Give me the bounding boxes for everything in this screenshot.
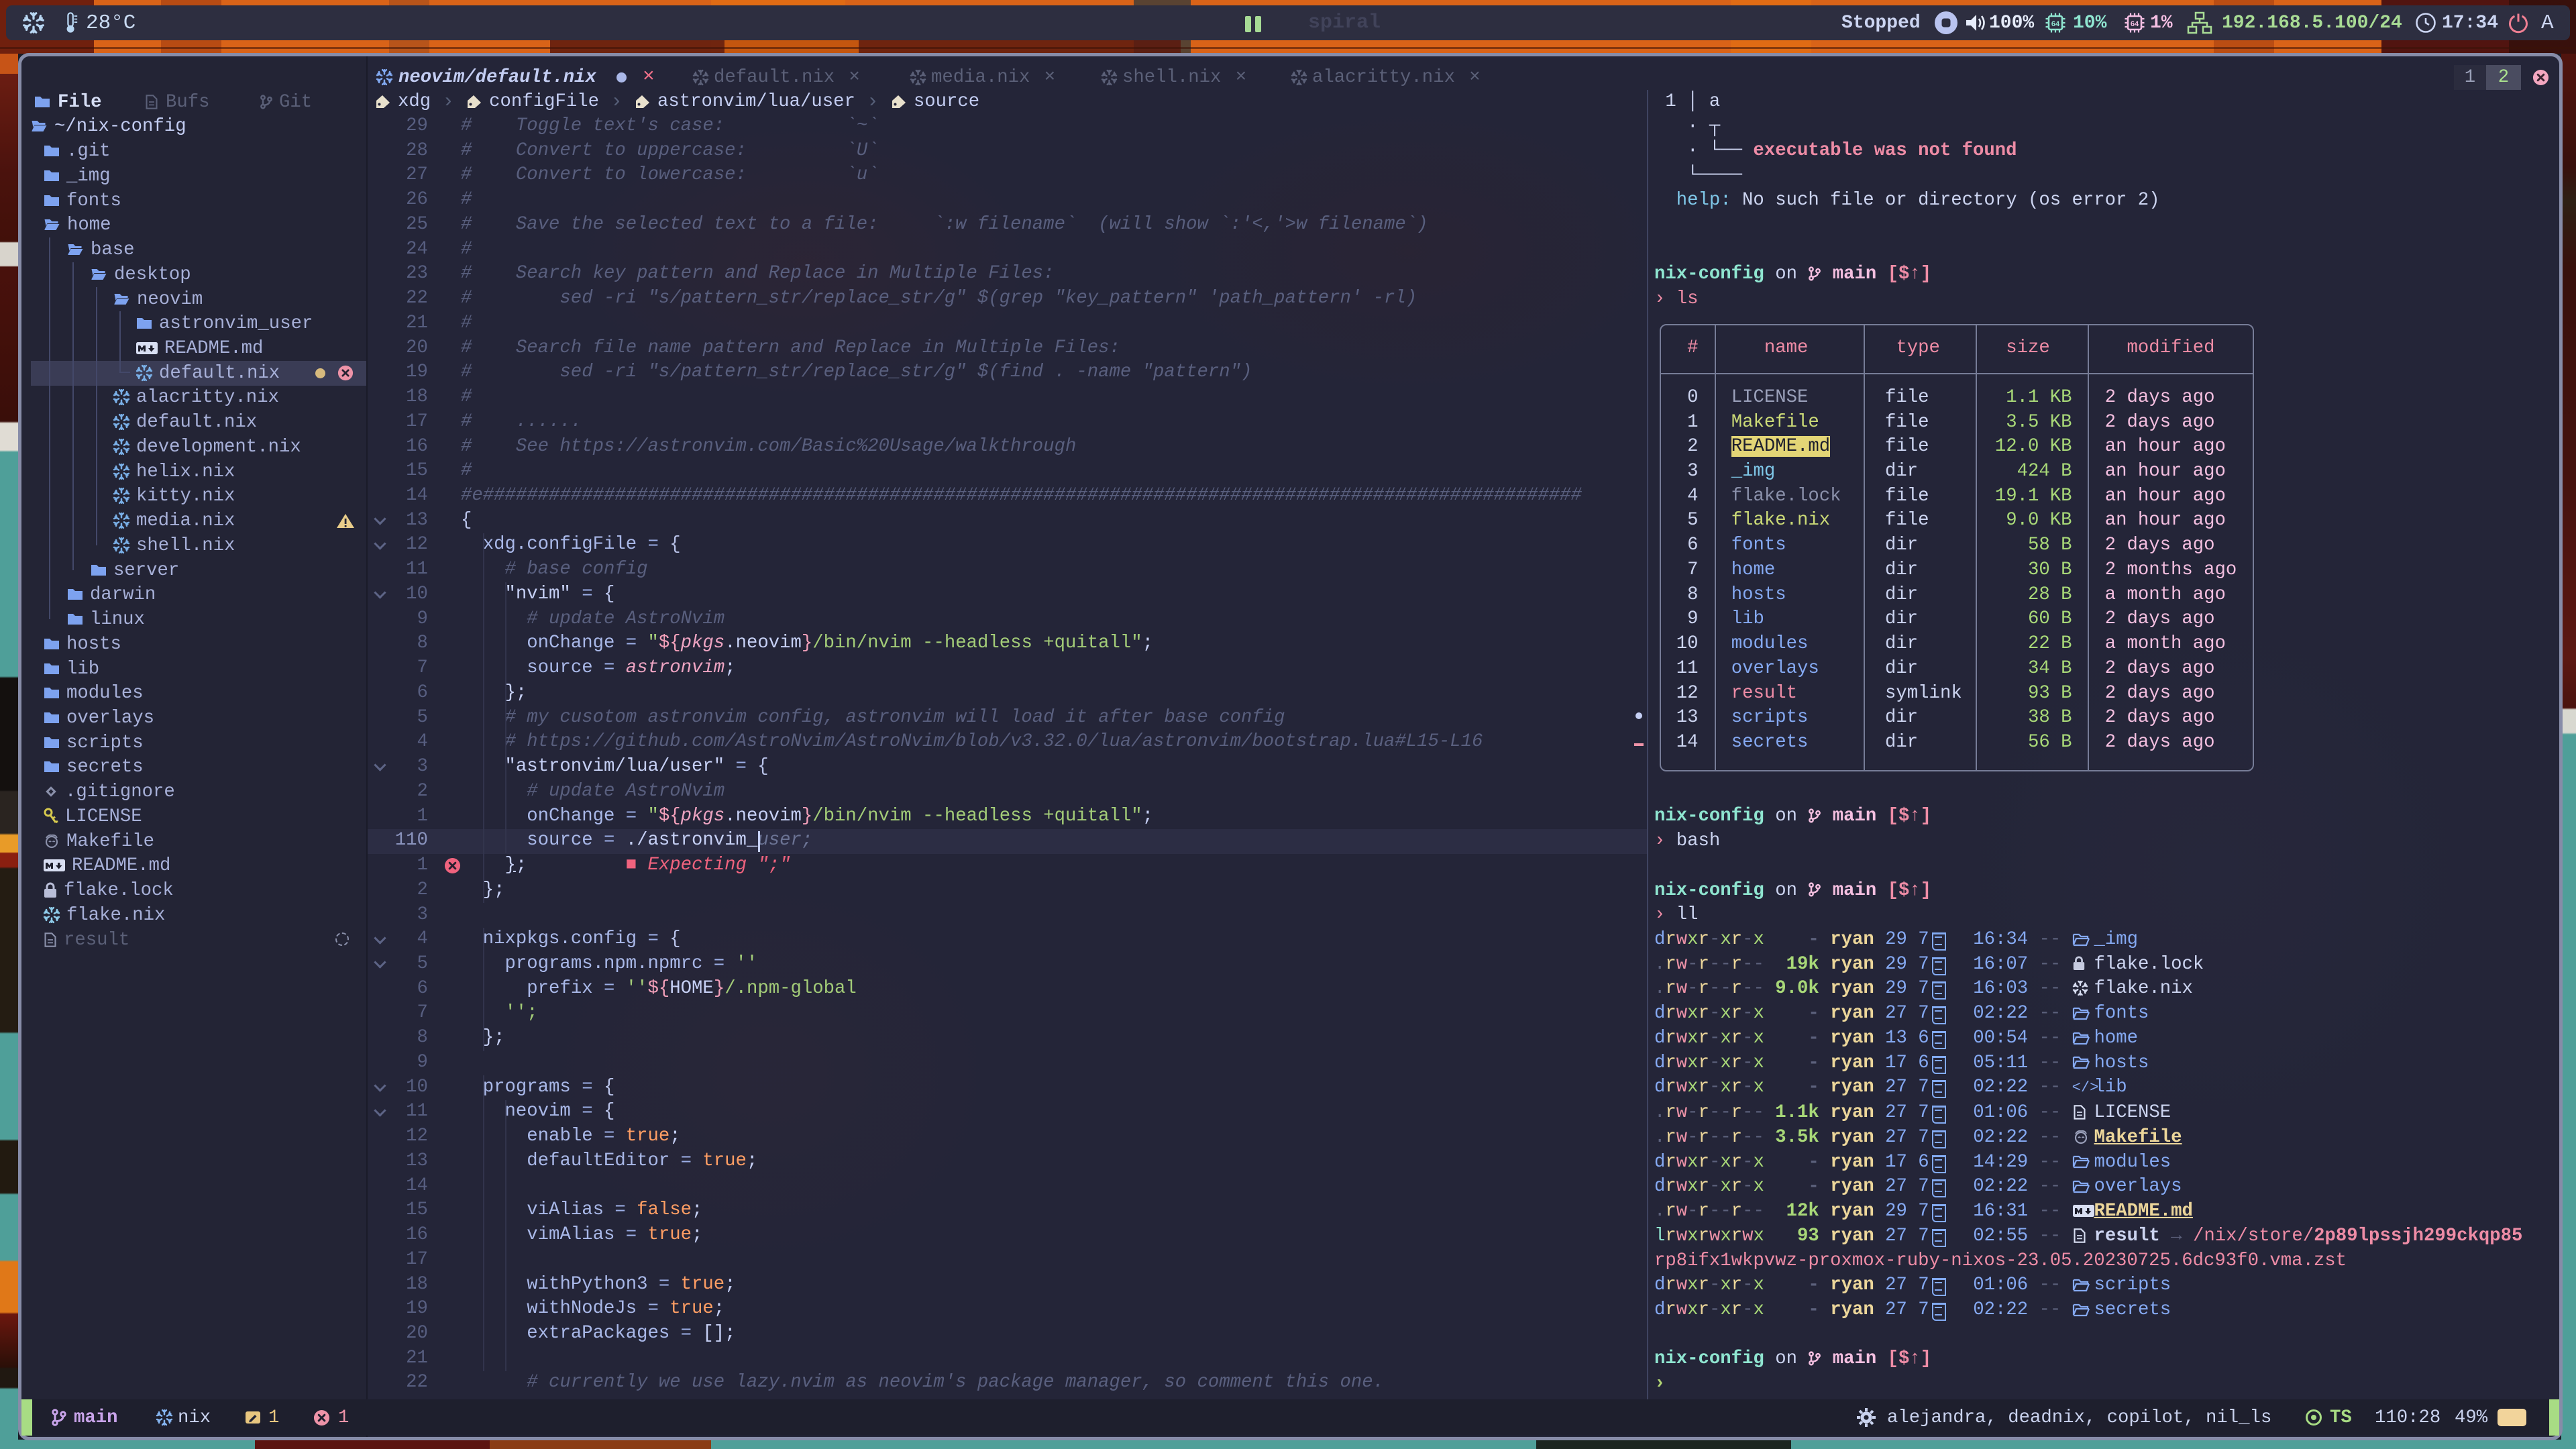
svg-text:64: 64 (2051, 20, 2060, 28)
svg-text:64: 64 (2131, 20, 2139, 28)
